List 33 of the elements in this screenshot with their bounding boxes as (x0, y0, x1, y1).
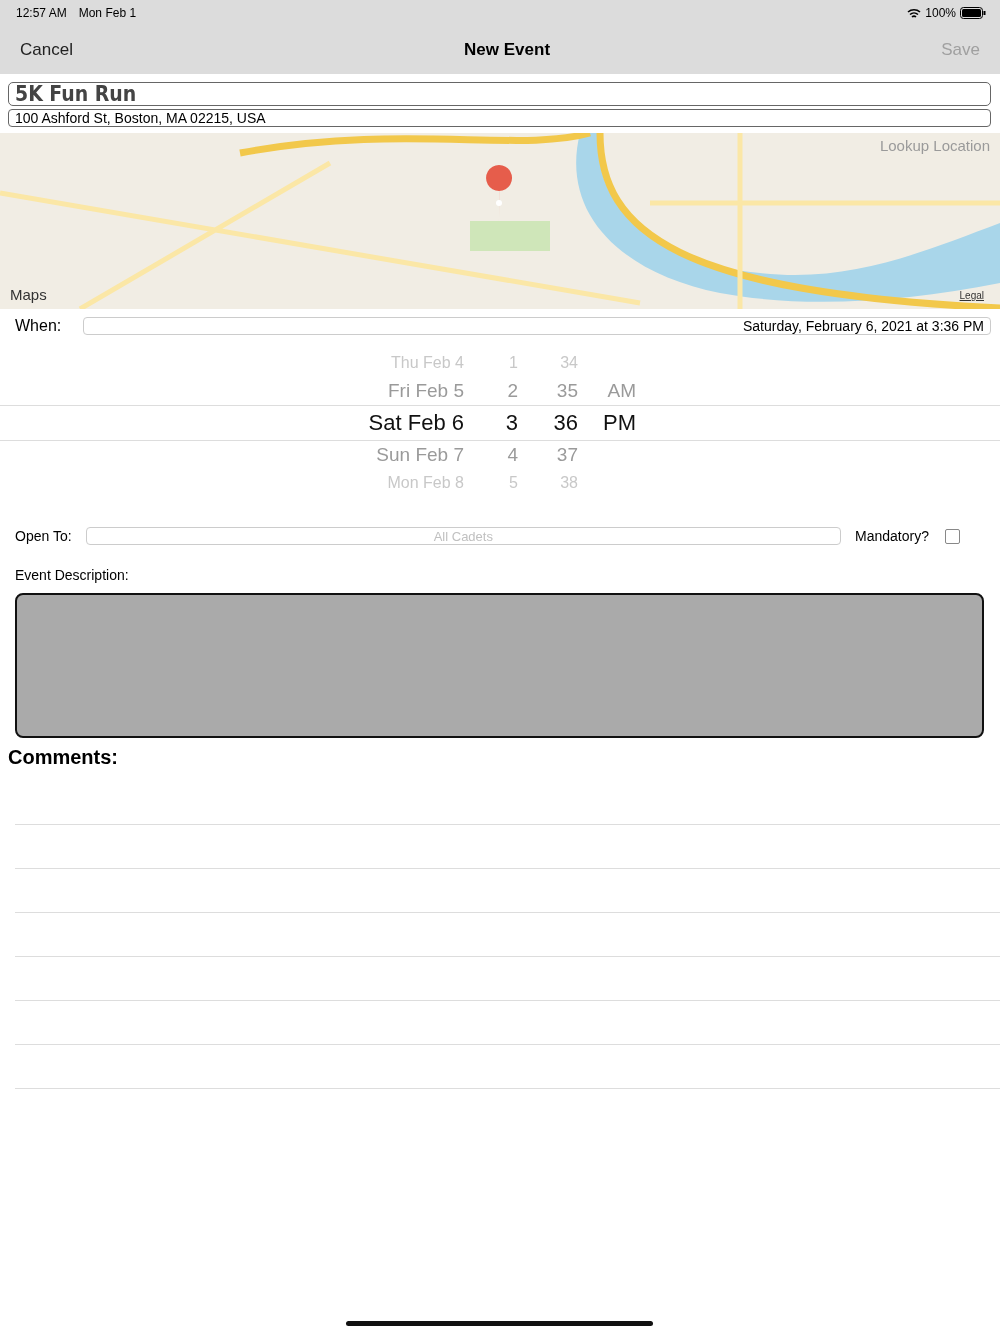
description-label: Event Description: (14, 566, 130, 585)
picker-minute: 35 (555, 380, 578, 402)
open-to-label: Open To: (15, 528, 72, 544)
picker-date: Sat Feb 6 (367, 410, 464, 436)
picker-row[interactable]: Sat Feb 6 3 36 PM (0, 405, 1000, 441)
picker-minute: 36 (552, 410, 578, 436)
event-title-field[interactable]: 5K Fun Run (8, 82, 991, 106)
picker-hour: 3 (504, 410, 518, 436)
battery-percent: 100% (925, 6, 956, 20)
picker-date: Fri Feb 5 (386, 380, 464, 402)
status-time: 12:57 AM (16, 6, 67, 20)
wifi-icon (907, 7, 922, 19)
picker-period: PM (602, 410, 636, 436)
address-field[interactable]: 100 Ashford St, Boston, MA 02215, USA (8, 109, 991, 127)
status-date: Mon Feb 1 (78, 6, 137, 20)
nav-title: New Event (463, 40, 552, 60)
picker-minute: 37 (555, 444, 578, 466)
map-view[interactable]: Lookup Location Maps Legal (0, 133, 1000, 309)
picker-date: Sun Feb 7 (375, 444, 464, 466)
comments-heading: Comments: (7, 745, 119, 769)
date-field[interactable]: Saturday, February 6, 2021 at 3:36 PM (83, 317, 991, 335)
picker-hour: 2 (506, 380, 518, 402)
legal-link[interactable]: Legal (959, 290, 984, 301)
cancel-button[interactable]: Cancel (20, 40, 73, 60)
battery-icon (960, 7, 986, 19)
maps-logo: Maps (10, 286, 47, 303)
mandatory-label: Mandatory? (855, 528, 929, 544)
picker-hour: 4 (506, 444, 518, 466)
description-field[interactable] (15, 593, 984, 738)
mandatory-checkbox[interactable] (945, 528, 960, 544)
when-label: When: (15, 317, 62, 335)
picker-period: AM (606, 380, 636, 402)
open-to-field[interactable]: All Cadets (85, 527, 842, 545)
